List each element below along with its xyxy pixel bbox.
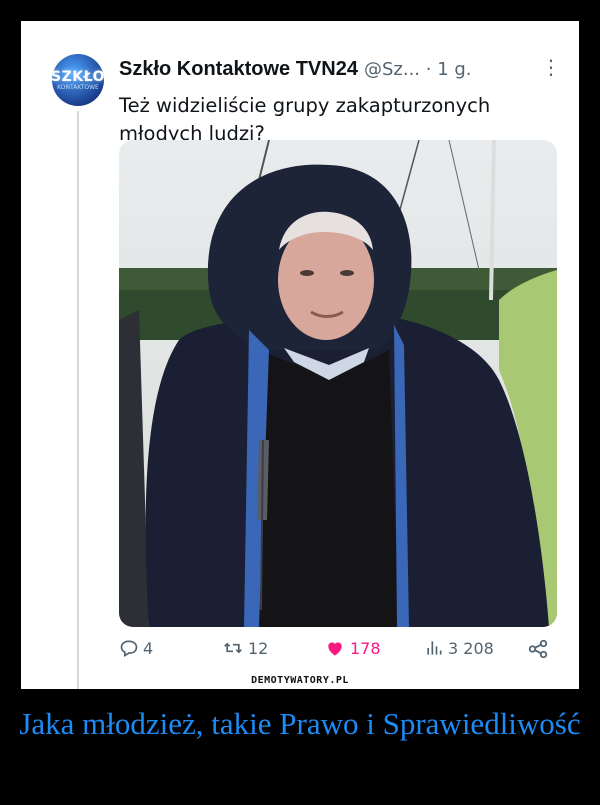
reply-icon (120, 640, 138, 657)
photo-illustration (119, 140, 557, 627)
repost-count: 12 (248, 638, 269, 658)
repost-icon (224, 642, 242, 654)
like-button[interactable]: 178 (324, 638, 381, 658)
reply-count: 4 (143, 638, 154, 658)
watermark: DEMOTYWATORY.PL (251, 675, 349, 686)
like-count: 178 (350, 638, 381, 658)
demotivator-caption: Jaka młodzież, takie Prawo i Sprawiedliw… (19, 706, 581, 741)
author-handle[interactable]: @Sz... (364, 59, 420, 80)
avatar[interactable]: SZKŁO KONTAKTOWE (52, 54, 104, 106)
reply-button[interactable]: 4 (119, 638, 153, 658)
thread-line (77, 111, 79, 689)
tweet-header: Szkło Kontaktowe TVN24 @Sz... · 1 g. (119, 58, 472, 81)
views-count: 3 208 (448, 638, 494, 658)
tweet-photo[interactable] (119, 140, 557, 627)
tweet-card: SZKŁO KONTAKTOWE Szkło Kontaktowe TVN24 … (21, 21, 579, 689)
avatar-logo-text: SZKŁO (52, 69, 104, 85)
views-button[interactable]: 3 208 (424, 638, 494, 658)
repost-button[interactable]: 12 (222, 638, 268, 658)
author-name[interactable]: Szkło Kontaktowe TVN24 (119, 58, 358, 80)
views-chart-icon (427, 641, 442, 655)
more-options-icon[interactable]: ⋮ (541, 55, 561, 79)
avatar-logo-subtext: KONTAKTOWE (57, 84, 99, 91)
tweet-actions: 4 12 178 3 208 (119, 638, 559, 670)
heart-icon (328, 642, 342, 656)
share-button[interactable] (527, 638, 549, 660)
share-icon (528, 639, 548, 659)
post-time[interactable]: · 1 g. (420, 59, 472, 80)
